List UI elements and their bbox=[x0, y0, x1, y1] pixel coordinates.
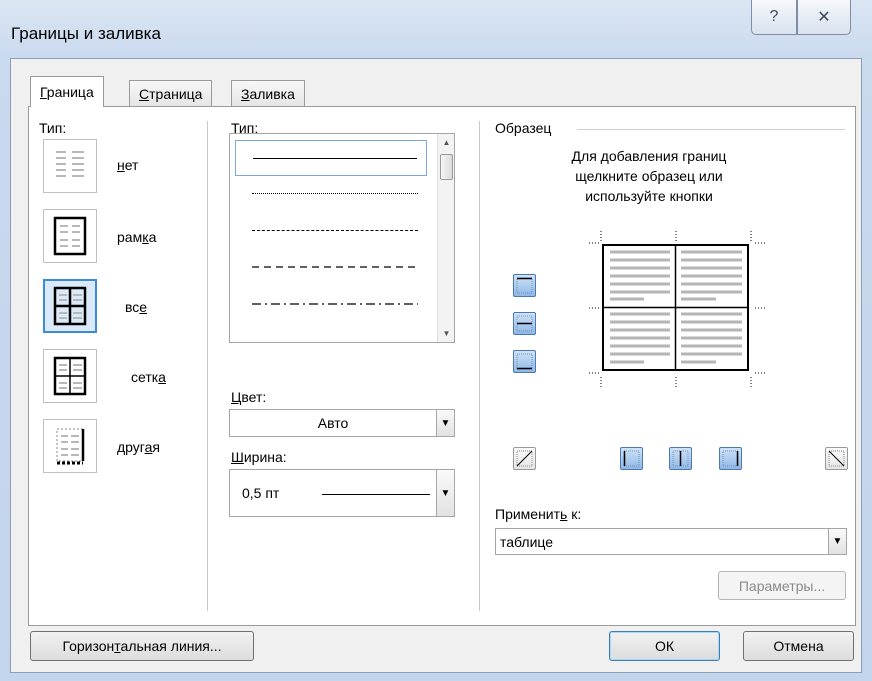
color-dropdown[interactable]: Авто ▼ bbox=[229, 409, 455, 437]
line-style-dotted[interactable] bbox=[235, 176, 427, 212]
apply-to-label: Применить к: bbox=[495, 506, 582, 522]
line-style-scrollbar[interactable]: ▲ ▼ bbox=[437, 134, 454, 342]
preset-custom-label: другая bbox=[117, 439, 160, 455]
line-style-dotted-sample bbox=[252, 193, 418, 194]
preset-box-icon bbox=[53, 216, 87, 256]
border-tab-panel: Тип: нет рамка все сетка другая Тип: ▲ ▼… bbox=[28, 106, 856, 626]
tab-page-label: Страница bbox=[139, 86, 203, 102]
tab-shading[interactable]: Заливка bbox=[231, 80, 305, 107]
separator-left bbox=[207, 121, 208, 611]
preview-area[interactable] bbox=[602, 244, 749, 371]
width-label: Ширина: bbox=[231, 449, 287, 465]
scroll-thumb[interactable] bbox=[440, 154, 453, 180]
border-right-icon bbox=[722, 450, 739, 467]
tab-border-label: Граница bbox=[40, 84, 94, 100]
horizontal-line-button-label: Горизонтальная линия... bbox=[62, 638, 222, 654]
preview-hint-line-3: используйте кнопки bbox=[585, 188, 713, 204]
tab-page[interactable]: Страница bbox=[129, 80, 213, 107]
help-button[interactable]: ? bbox=[751, 0, 797, 35]
preset-box[interactable] bbox=[43, 209, 97, 263]
tab-border[interactable]: Граница bbox=[30, 76, 104, 107]
border-top-icon bbox=[516, 277, 533, 294]
preset-all[interactable] bbox=[43, 279, 97, 333]
border-right-button[interactable] bbox=[719, 447, 742, 470]
line-style-dash-dot[interactable] bbox=[235, 289, 427, 325]
apply-to-dropdown[interactable]: таблице ▼ bbox=[495, 528, 847, 555]
line-style-dashed-sample bbox=[252, 266, 418, 268]
horizontal-line-button[interactable]: Горизонтальная линия... bbox=[30, 631, 254, 661]
preview-sample-table bbox=[604, 246, 747, 369]
preview-hint-line-2: щелкните образец или bbox=[575, 168, 723, 184]
line-style-solid[interactable] bbox=[235, 140, 427, 176]
preview-label: Образец bbox=[495, 120, 552, 136]
dialog-window: Границы и заливка ? ✕ Граница Страница З… bbox=[0, 0, 872, 681]
border-inside-vertical-icon bbox=[672, 450, 689, 467]
border-inside-vertical-button[interactable] bbox=[669, 447, 692, 470]
separator-right bbox=[479, 121, 480, 611]
tab-shading-label: Заливка bbox=[241, 86, 295, 102]
preset-custom-icon bbox=[56, 428, 85, 465]
close-icon: ✕ bbox=[817, 9, 831, 26]
line-style-dash-dot-sample bbox=[252, 303, 418, 305]
dialog-client-area: Граница Страница Заливка Тип: нет рамка … bbox=[10, 58, 862, 673]
ok-button[interactable]: ОК bbox=[609, 631, 720, 661]
line-style-solid-sample bbox=[253, 158, 417, 159]
diagonal-up-icon bbox=[516, 450, 533, 467]
preset-all-icon bbox=[53, 286, 87, 326]
border-left-button[interactable] bbox=[620, 447, 643, 470]
width-dropdown[interactable]: 0,5 пт ▼ bbox=[229, 469, 455, 517]
options-button[interactable]: Параметры... bbox=[718, 571, 846, 600]
border-inside-horizontal-button[interactable] bbox=[513, 312, 536, 335]
line-style-dashed-small-sample bbox=[252, 230, 418, 231]
border-diagonal-up-button[interactable] bbox=[513, 447, 536, 470]
preset-grid[interactable] bbox=[43, 349, 97, 403]
preview-group-line bbox=[577, 129, 845, 130]
color-label: Цвет: bbox=[231, 389, 267, 405]
preset-none-icon bbox=[56, 151, 84, 177]
border-bottom-icon bbox=[516, 353, 533, 370]
preset-grid-icon bbox=[53, 356, 87, 396]
preset-all-label: все bbox=[125, 299, 148, 315]
width-sample-line bbox=[322, 494, 430, 495]
close-button[interactable]: ✕ bbox=[797, 0, 851, 35]
line-style-dashed-small[interactable] bbox=[235, 213, 427, 249]
apply-to-value: таблице bbox=[500, 534, 554, 550]
width-value: 0,5 пт bbox=[242, 485, 280, 501]
border-left-icon bbox=[623, 450, 640, 467]
border-diagonal-down-button[interactable] bbox=[825, 447, 848, 470]
line-style-list[interactable]: ▲ ▼ bbox=[229, 133, 455, 343]
setting-label: Тип: bbox=[39, 120, 67, 136]
preset-grid-label: сетка bbox=[131, 369, 166, 385]
preview-hint: Для добавления границ щелкните образец и… bbox=[499, 146, 799, 206]
preset-none-label: нет bbox=[117, 157, 139, 173]
color-value: Авто bbox=[317, 415, 349, 431]
border-bottom-button[interactable] bbox=[513, 350, 536, 373]
preset-box-label: рамка bbox=[117, 229, 157, 245]
preview-hint-line-1: Для добавления границ bbox=[571, 148, 727, 164]
chevron-down-icon[interactable]: ▼ bbox=[436, 410, 454, 436]
border-inside-horizontal-icon bbox=[516, 315, 533, 332]
border-top-button[interactable] bbox=[513, 274, 536, 297]
chevron-down-icon[interactable]: ▼ bbox=[436, 470, 454, 516]
scroll-down-icon[interactable]: ▼ bbox=[438, 325, 455, 342]
dialog-title: Границы и заливка bbox=[11, 24, 161, 43]
chevron-down-icon[interactable]: ▼ bbox=[828, 529, 846, 554]
scroll-up-icon[interactable]: ▲ bbox=[438, 134, 455, 151]
help-icon: ? bbox=[769, 8, 779, 25]
diagonal-down-icon bbox=[828, 450, 845, 467]
line-style-dashed[interactable] bbox=[235, 252, 427, 288]
preset-custom[interactable] bbox=[43, 419, 97, 473]
cancel-button[interactable]: Отмена bbox=[743, 631, 854, 661]
preset-none[interactable] bbox=[43, 139, 97, 193]
title-bar: Границы и заливка ? ✕ bbox=[0, 0, 872, 58]
